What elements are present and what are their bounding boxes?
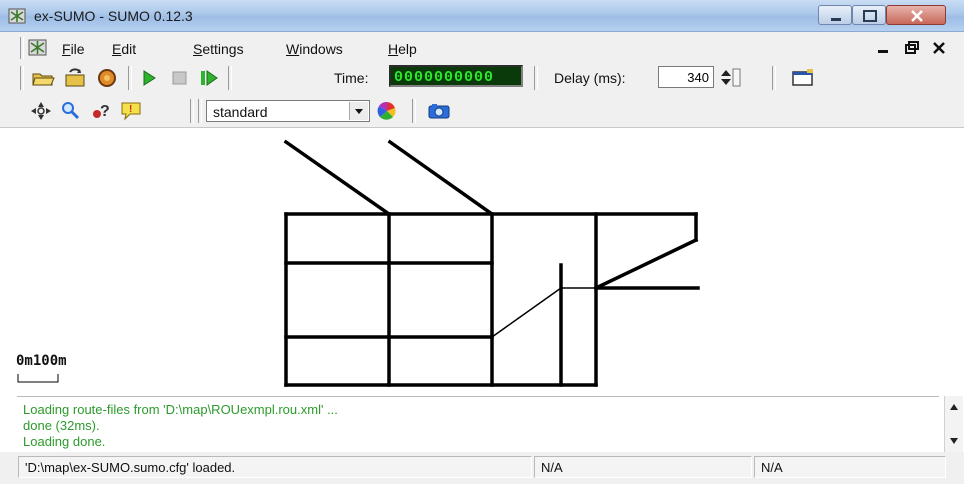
- mdi-restore-icon[interactable]: [905, 41, 919, 54]
- menu-windows[interactable]: Windows: [286, 41, 343, 57]
- view-toolbar: ? !: [0, 94, 964, 128]
- menu-edit[interactable]: Edit: [112, 41, 136, 57]
- stop-icon: [172, 71, 187, 85]
- new-view-button[interactable]: [790, 66, 816, 90]
- query-button[interactable]: ?: [88, 99, 114, 123]
- status-message-text: 'D:\map\ex-SUMO.sumo.cfg' loaded.: [25, 460, 236, 475]
- window-title: ex-SUMO - SUMO 0.12.3: [34, 8, 193, 24]
- time-display: 0000000000: [389, 65, 523, 87]
- toolbar-grip: [20, 66, 24, 90]
- road-edge[interactable]: [593, 237, 699, 291]
- color-scheme-value: standard: [213, 104, 268, 120]
- mdi-controls: [878, 41, 945, 54]
- title-bar: ex-SUMO - SUMO 0.12.3: [0, 0, 964, 32]
- toolbar-separator: [198, 99, 202, 123]
- network-view[interactable]: [8, 128, 956, 394]
- log-line: Loading done.: [23, 434, 106, 449]
- log-line: done (32ms).: [23, 418, 100, 433]
- color-scheme-select[interactable]: standard: [206, 100, 370, 122]
- delay-label: Delay (ms):: [554, 70, 626, 86]
- delay-input[interactable]: [658, 66, 714, 88]
- toolbar-separator: [228, 66, 232, 90]
- sumo-app-icon: [28, 39, 47, 56]
- snapshot-button[interactable]: [426, 99, 452, 123]
- status-cell-geo: N/A: [754, 456, 946, 478]
- mdi-minimize-icon[interactable]: [878, 50, 888, 53]
- new-view-icon: [792, 69, 813, 86]
- svg-text:!: !: [129, 104, 132, 115]
- stop-button[interactable]: [166, 66, 192, 90]
- toolbar-separator: [190, 99, 194, 123]
- tooltip-icon: !: [121, 102, 141, 121]
- close-simulation-icon: [98, 69, 116, 87]
- color-wheel-icon: [377, 101, 396, 120]
- dropdown-button[interactable]: [349, 102, 368, 120]
- step-button[interactable]: [196, 66, 222, 90]
- chevron-up-icon: [950, 404, 958, 410]
- close-simulation-button[interactable]: [94, 66, 120, 90]
- mdi-close-icon[interactable]: [933, 42, 945, 54]
- toolbar-separator: [772, 66, 776, 90]
- sumo-app-icon: [8, 8, 26, 24]
- status-bar: 'D:\map\ex-SUMO.sumo.cfg' loaded. N/A N/…: [0, 452, 964, 484]
- status-message: 'D:\map\ex-SUMO.sumo.cfg' loaded.: [18, 456, 532, 478]
- open-folder-icon: [32, 73, 55, 86]
- menu-bar: File Edit Settings Windows Help: [0, 32, 964, 62]
- run-button[interactable]: [136, 66, 162, 90]
- recenter-icon: [31, 102, 51, 120]
- maximize-icon: [863, 10, 877, 22]
- step-icon: [201, 70, 218, 86]
- minimize-button[interactable]: [818, 5, 852, 25]
- locate-button[interactable]: [58, 99, 84, 123]
- tooltip-button[interactable]: !: [118, 99, 144, 123]
- spinner-arrows-icon: [721, 68, 741, 87]
- delay-spinner[interactable]: [716, 66, 742, 90]
- color-scheme-button[interactable]: [374, 99, 400, 123]
- recenter-button[interactable]: [28, 99, 54, 123]
- road-edge-thin[interactable]: [491, 287, 562, 338]
- status-cell-text: N/A: [541, 460, 563, 475]
- menubar-grip: [20, 37, 24, 59]
- status-cell-coords: N/A: [534, 456, 752, 478]
- close-icon: [911, 10, 923, 22]
- play-icon: [143, 70, 156, 86]
- toolbar-separator: [128, 66, 132, 90]
- menu-file[interactable]: File: [62, 41, 85, 57]
- menu-help[interactable]: Help: [388, 41, 417, 57]
- query-icon: ?: [93, 103, 110, 120]
- chevron-down-icon: [950, 438, 958, 444]
- road-edge[interactable]: [387, 139, 495, 217]
- road-edge[interactable]: [283, 139, 392, 217]
- minimize-icon: [831, 18, 841, 21]
- camera-icon: [428, 104, 450, 119]
- log-scrollbar[interactable]: [944, 396, 963, 452]
- open-button[interactable]: [30, 66, 56, 90]
- reload-button[interactable]: [62, 66, 88, 90]
- scale-bar: [17, 374, 59, 383]
- search-icon: [62, 102, 80, 120]
- scroll-down-button[interactable]: [947, 434, 961, 448]
- log-line: Loading route-files from 'D:\map\ROUexmp…: [23, 402, 338, 417]
- chevron-down-icon: [355, 109, 363, 114]
- scroll-up-button[interactable]: [947, 400, 961, 414]
- time-label: Time:: [334, 70, 369, 86]
- network-drawing[interactable]: [8, 128, 956, 394]
- scale-label: 0m100m: [16, 353, 67, 369]
- menu-settings[interactable]: Settings: [193, 41, 244, 57]
- time-value: 0000000000: [394, 69, 495, 86]
- close-button[interactable]: [886, 5, 946, 25]
- svg-text:?: ?: [100, 103, 110, 120]
- message-log[interactable]: Loading route-files from 'D:\map\ROUexmp…: [17, 396, 939, 451]
- reload-icon: [65, 68, 85, 87]
- toolbar-separator: [534, 66, 538, 90]
- status-cell-text: N/A: [761, 460, 783, 475]
- toolbar-separator: [412, 99, 416, 123]
- maximize-button[interactable]: [852, 5, 886, 25]
